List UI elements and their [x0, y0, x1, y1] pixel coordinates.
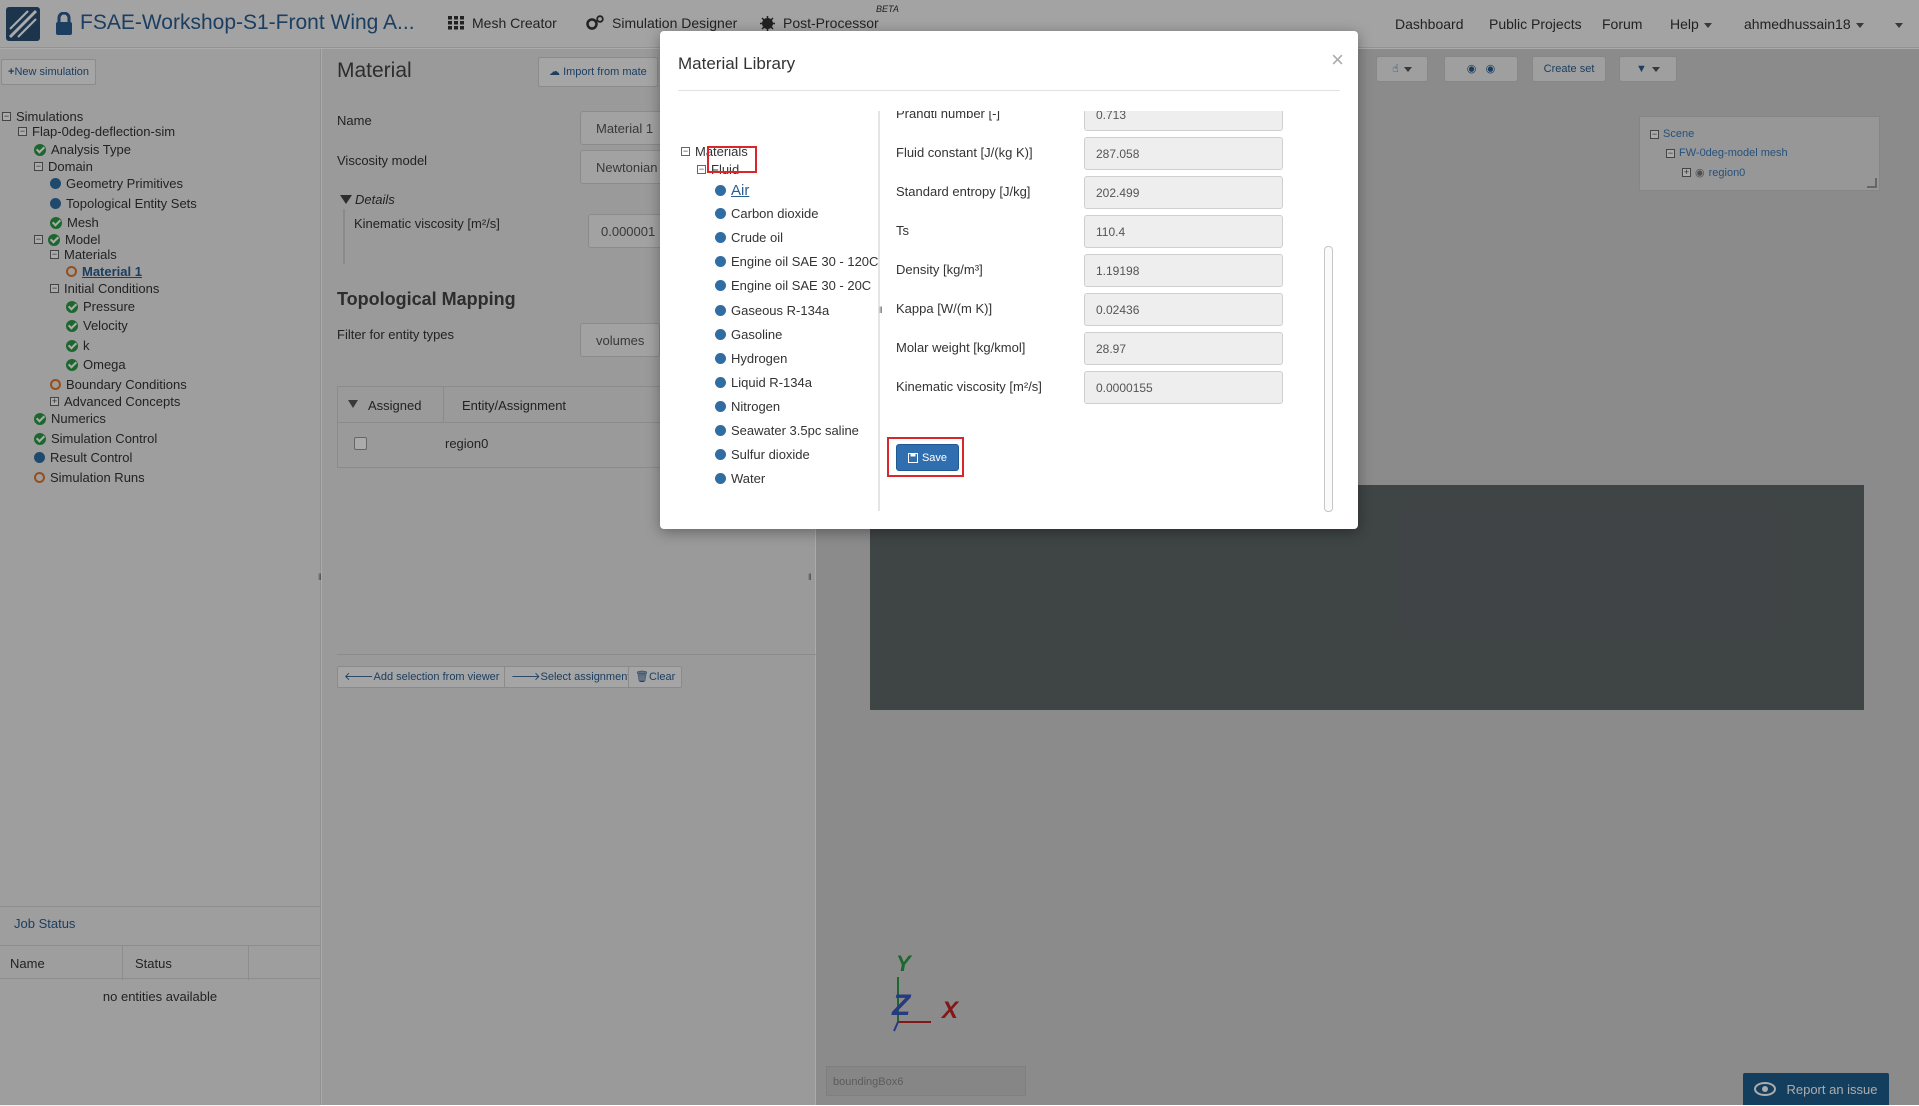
material-item-label: Seawater 3.5pc saline	[731, 423, 859, 438]
property-label: Kappa [W/(m K)]	[896, 301, 993, 316]
material-item[interactable]: Crude oil	[715, 230, 783, 245]
material-item[interactable]: Air	[715, 182, 749, 199]
material-item-label: Hydrogen	[731, 350, 788, 366]
collapse-icon[interactable]: −	[697, 165, 706, 174]
property-value-input[interactable]: 0.713	[1084, 111, 1283, 131]
material-item-label: Engine oil SAE 30 - 20C	[731, 278, 872, 294]
material-item[interactable]: Liquid R-134a	[715, 375, 812, 390]
dot-icon	[715, 449, 726, 461]
dot-icon	[715, 185, 726, 196]
property-label: Ts	[896, 223, 909, 238]
save-label: Save	[921, 451, 948, 464]
property-label: Molar weight [kg/kmol]	[896, 340, 1026, 355]
material-item-label: Carbon dioxide	[731, 206, 819, 222]
material-item-label: Engine oil SAE 30 - 120C	[731, 254, 879, 270]
property-label: Kinematic viscosity [m²/s]	[896, 379, 1042, 394]
save-button[interactable]: Save	[896, 444, 959, 471]
dot-icon	[715, 304, 726, 316]
property-label: Standard entropy [J/kg]	[896, 184, 1031, 199]
dot-icon	[715, 256, 726, 268]
property-value-input[interactable]: 287.058	[1084, 137, 1283, 170]
material-item[interactable]: Gasoline	[715, 327, 782, 342]
material-item[interactable]: Hydrogen	[715, 351, 787, 366]
dot-icon	[715, 473, 726, 485]
dot-icon	[715, 328, 726, 340]
property-label: Prandtl number [-]	[896, 111, 1001, 121]
material-item[interactable]: Carbon dioxide	[715, 206, 818, 221]
dot-icon	[715, 376, 726, 388]
material-item-label: Crude oil	[731, 230, 784, 246]
property-label: Density [kg/m³]	[896, 262, 983, 277]
material-library-dialog: Material Library × − Materials − Fluid Air…	[660, 31, 1358, 529]
collapse-icon[interactable]: −	[681, 147, 690, 156]
material-item-label: Nitrogen	[731, 398, 781, 414]
close-icon[interactable]: ×	[1331, 49, 1344, 71]
dot-icon	[715, 352, 726, 364]
material-item-label: Liquid R-134a	[731, 374, 812, 390]
material-item[interactable]: Seawater 3.5pc saline	[715, 423, 859, 438]
material-item[interactable]: Gaseous R-134a	[715, 303, 829, 318]
dot-icon	[715, 280, 726, 292]
property-value-input[interactable]: 28.97	[1084, 332, 1283, 365]
dot-icon	[715, 232, 726, 244]
material-item-label: Gaseous R-134a	[731, 302, 830, 318]
property-value-input[interactable]: 110.4	[1084, 215, 1283, 248]
floppy-disk-icon	[907, 452, 918, 463]
properties-scrollbar[interactable]	[1324, 246, 1333, 512]
dot-icon	[715, 208, 726, 220]
material-item[interactable]: Water	[715, 471, 765, 486]
material-item-label: Water	[731, 471, 766, 487]
dot-icon	[715, 400, 726, 412]
material-item-label: Air	[731, 182, 750, 199]
resize-handle[interactable]: ǁ	[879, 305, 883, 315]
modal-title: Material Library	[678, 54, 796, 73]
dot-icon	[715, 425, 726, 436]
property-label: Fluid constant [J/(kg K)]	[896, 145, 1033, 160]
material-item[interactable]: Nitrogen	[715, 399, 780, 414]
property-value-input[interactable]: 1.19198	[1084, 254, 1283, 287]
material-item[interactable]: Sulfur dioxide	[715, 447, 810, 462]
modal-header-divider	[678, 90, 1340, 91]
property-value-input[interactable]: 202.499	[1084, 176, 1283, 209]
material-item-label: Gasoline	[731, 326, 783, 342]
property-value-input[interactable]: 0.02436	[1084, 293, 1283, 326]
material-item[interactable]: Engine oil SAE 30 - 120C	[715, 254, 878, 269]
air-highlight-box	[707, 146, 757, 173]
material-item-label: Sulfur dioxide	[731, 447, 810, 463]
material-item[interactable]: Engine oil SAE 30 - 20C	[715, 278, 871, 293]
property-value-input[interactable]: 0.0000155	[1084, 371, 1283, 404]
